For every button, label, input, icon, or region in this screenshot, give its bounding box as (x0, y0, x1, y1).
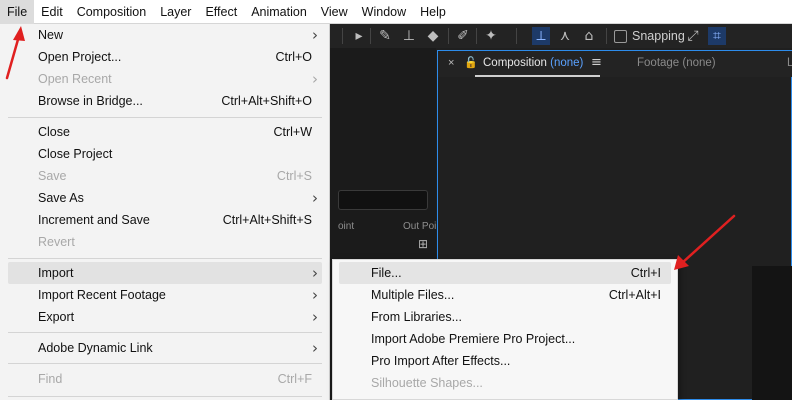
brush-tool-icon[interactable]: ✎ (376, 27, 394, 45)
composition-viewer-area (752, 266, 792, 400)
view-axis-mode-icon[interactable]: ⌂ (580, 27, 598, 45)
toolbar-separator (370, 28, 371, 44)
submenu-item-file[interactable]: File... Ctrl+I (339, 262, 671, 284)
project-search-input[interactable] (338, 190, 428, 210)
local-axis-mode-icon[interactable]: ⟂ (532, 27, 550, 45)
close-tab-icon[interactable]: × (448, 57, 454, 69)
menu-item-close[interactable]: Close Ctrl+W (8, 121, 322, 143)
submenu-item-import-premiere-project[interactable]: Import Adobe Premiere Pro Project... (339, 328, 671, 350)
eraser-tool-icon[interactable]: ◆ (424, 27, 442, 45)
chevron-right-icon: › (312, 26, 318, 44)
chevron-right-icon: › (312, 70, 318, 88)
menu-separator (8, 363, 322, 364)
menu-effect[interactable]: Effect (198, 0, 244, 24)
tab-composition[interactable]: Composition (none) (483, 57, 583, 69)
lock-icon[interactable]: 🔓 (464, 56, 478, 69)
menu-item-export[interactable]: Export › (8, 306, 322, 328)
clone-stamp-tool-icon[interactable]: ⊥ (400, 27, 418, 45)
column-header-in-point[interactable]: oint (338, 220, 354, 234)
import-submenu: File... Ctrl+I Multiple Files... Ctrl+Al… (332, 259, 678, 400)
menu-layer[interactable]: Layer (153, 0, 198, 24)
menu-window[interactable]: Window (355, 0, 413, 24)
chevron-right-icon: › (312, 189, 318, 207)
world-axis-mode-icon[interactable]: ⋏ (556, 27, 574, 45)
shortcut-label: Ctrl+I (630, 266, 661, 280)
toolbar-separator (606, 28, 607, 44)
menu-item-import[interactable]: Import › (8, 262, 322, 284)
column-header-out-point[interactable]: Out Poi (403, 220, 436, 234)
menu-help[interactable]: Help (413, 0, 453, 24)
submenu-item-silhouette-shapes: Silhouette Shapes... (371, 376, 483, 390)
chevron-right-icon: › (312, 286, 318, 304)
menu-separator (8, 332, 322, 333)
submenu-item-pro-import-after-effects[interactable]: Pro Import After Effects... (339, 350, 671, 372)
submenu-item-multiple-files[interactable]: Multiple Files... Ctrl+Alt+I (339, 284, 671, 306)
submenu-item-from-libraries[interactable]: From Libraries... (339, 306, 671, 328)
menu-separator (8, 117, 322, 118)
menu-file[interactable]: File (0, 0, 35, 24)
menu-item-find: Find Ctrl+F (8, 368, 322, 390)
menu-item-open-recent: Open Recent › (8, 68, 322, 90)
chevron-right-icon: › (312, 264, 318, 282)
menu-item-open-project[interactable]: Open Project... Ctrl+O (8, 46, 322, 68)
menu-item-save-as[interactable]: Save As › (8, 187, 322, 209)
file-menu-dropdown: New › Open Project... Ctrl+O Open Recent… (0, 24, 330, 400)
menu-animation[interactable]: Animation (244, 0, 314, 24)
flowchart-icon[interactable]: ⊞ (418, 237, 428, 251)
snapping-label: Snapping (632, 29, 685, 43)
puppet-pin-tool-icon[interactable]: ✦ (482, 27, 500, 45)
shortcut-label: Ctrl+Alt+Shift+S (222, 213, 312, 227)
menu-separator (8, 258, 322, 259)
snapping-checkbox[interactable] (614, 30, 627, 43)
active-tab-indicator (475, 75, 600, 77)
menu-item-adobe-dynamic-link[interactable]: Adobe Dynamic Link › (8, 337, 322, 359)
tools-toolbar: ▸ ✎ ⊥ ◆ ✐ ✦ ⟂ ⋏ ⌂ ⤢ ⌗ (330, 24, 792, 48)
shortcut-label: Ctrl+Alt+Shift+O (221, 94, 312, 108)
menu-item-import-recent-footage[interactable]: Import Recent Footage › (8, 284, 322, 306)
tab-footage[interactable]: Footage (none) (637, 57, 716, 69)
snap-features-icon[interactable]: ⌗ (708, 27, 726, 45)
toolbar-separator (516, 28, 517, 44)
menu-item-revert: Revert (38, 235, 75, 249)
chevron-right-icon: › (312, 339, 318, 357)
toolbar-separator (448, 28, 449, 44)
shortcut-label: Ctrl+O (275, 50, 312, 64)
menu-composition[interactable]: Composition (70, 0, 153, 24)
shortcut-label: Ctrl+S (276, 169, 312, 183)
menu-item-new[interactable]: New › (8, 24, 322, 46)
chevron-right-icon: › (312, 308, 318, 326)
menu-separator (8, 396, 322, 397)
tab-composition-value: (none) (550, 57, 584, 69)
menu-item-increment-and-save[interactable]: Increment and Save Ctrl+Alt+Shift+S (8, 209, 322, 231)
menu-bar: File Edit Composition Layer Effect Anima… (0, 0, 792, 24)
pen-tool-icon[interactable]: ▸ (350, 27, 368, 45)
toolbar-separator (342, 28, 343, 44)
snap-edges-icon[interactable]: ⤢ (684, 27, 702, 45)
tab-layer[interactable]: L (787, 57, 792, 69)
menu-view[interactable]: View (314, 0, 355, 24)
hamburger-icon[interactable]: ≡ (591, 55, 602, 70)
toolbar-separator (476, 28, 477, 44)
shortcut-label: Ctrl+F (277, 372, 312, 386)
menu-item-browse-in-bridge[interactable]: Browse in Bridge... Ctrl+Alt+Shift+O (8, 90, 322, 112)
menu-item-save: Save Ctrl+S (8, 165, 322, 187)
shortcut-label: Ctrl+W (273, 125, 312, 139)
menu-item-close-project[interactable]: Close Project (8, 143, 322, 165)
roto-brush-tool-icon[interactable]: ✐ (454, 27, 472, 45)
menu-edit[interactable]: Edit (34, 0, 70, 24)
shortcut-label: Ctrl+Alt+I (608, 288, 661, 302)
